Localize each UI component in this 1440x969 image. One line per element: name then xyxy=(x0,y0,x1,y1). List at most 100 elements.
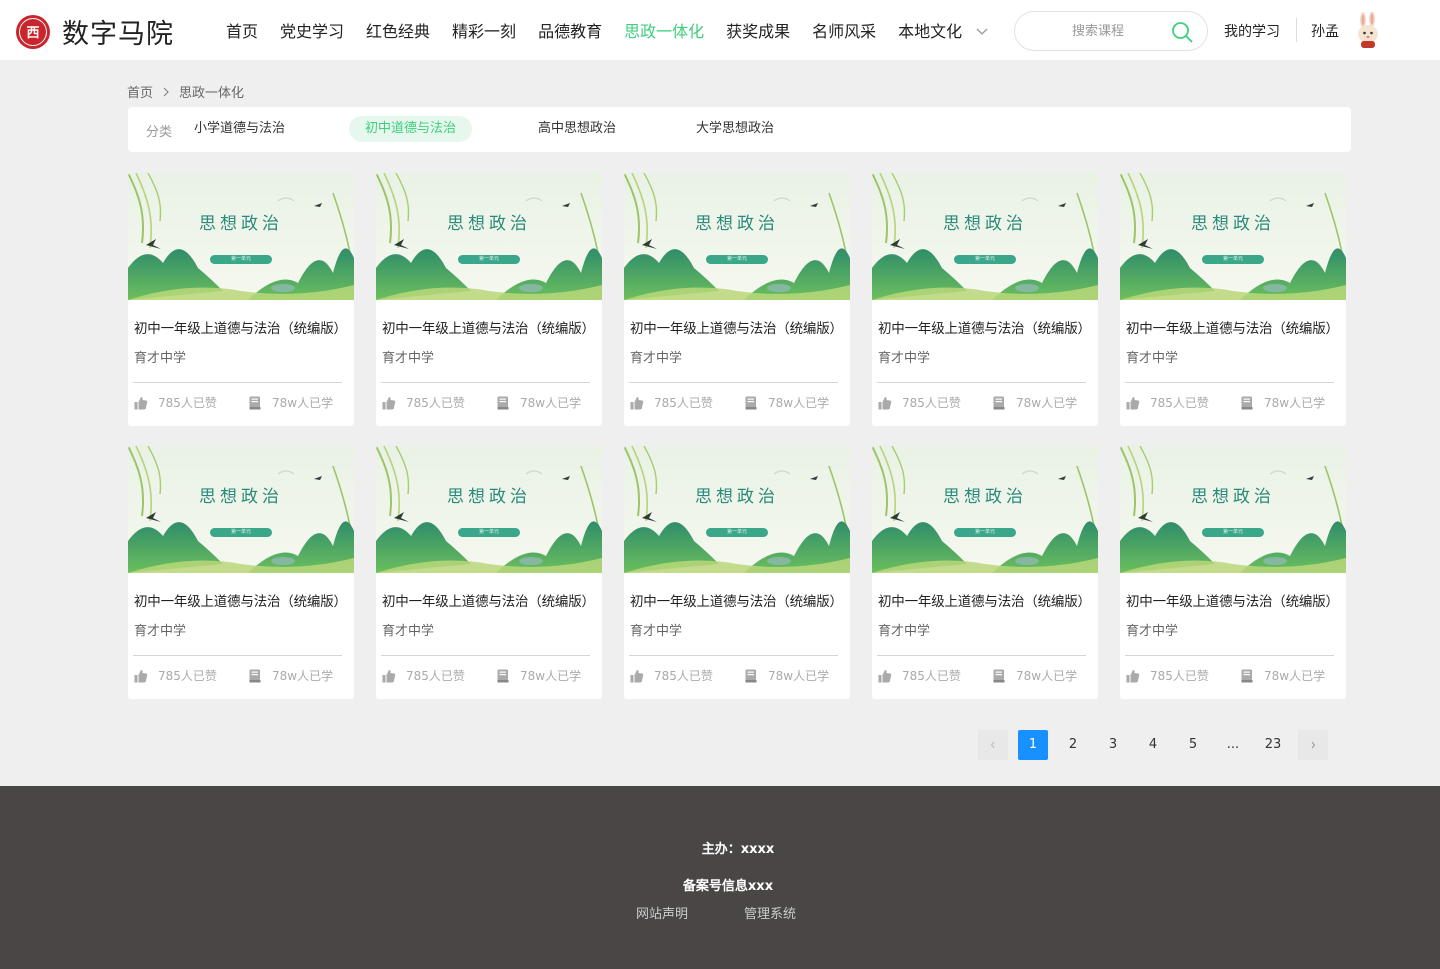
nav-item-4[interactable]: 品德教育 xyxy=(538,18,602,42)
search-icon[interactable] xyxy=(1171,21,1193,43)
cover-tag: 第一单元 xyxy=(1222,529,1243,535)
site-logo[interactable]: 西 数字马院 xyxy=(16,12,174,51)
like-count: 785人已赞 xyxy=(902,669,961,683)
learner-stat: 78w人已学 xyxy=(992,667,1077,684)
learner-stat: 78w人已学 xyxy=(496,667,581,684)
like-stat: 785人已赞 xyxy=(630,667,713,684)
learner-stat: 78w人已学 xyxy=(744,667,829,684)
cover-title: 思想政治 xyxy=(447,214,531,234)
course-title: 初中一年级上道德与法治（统编版） xyxy=(382,321,595,337)
nav-item-1[interactable]: 党史学习 xyxy=(280,18,344,42)
page-button-4[interactable]: 4 xyxy=(1138,730,1168,760)
learner-count: 78w人已学 xyxy=(768,396,830,410)
footer-link-0[interactable]: 网站声明 xyxy=(636,903,688,922)
thumbs-up-icon xyxy=(1126,669,1140,682)
nav-item-8[interactable]: 本地文化 xyxy=(898,18,962,42)
footer-link-1[interactable]: 管理系统 xyxy=(744,903,796,922)
chevron-left-icon[interactable] xyxy=(978,730,1008,760)
course-cover-image xyxy=(1120,446,1346,573)
course-card[interactable]: 思想政治 第一单元 初中一年级上道德与法治（统编版） 育才中学 785人已赞 78w人已学 xyxy=(624,173,850,426)
course-title: 初中一年级上道德与法治（统编版） xyxy=(630,594,843,610)
chevron-right-icon xyxy=(163,87,169,96)
like-stat: 785人已赞 xyxy=(1126,394,1209,411)
breadcrumb-home[interactable]: 首页 xyxy=(127,82,153,101)
search-input[interactable] xyxy=(1033,12,1163,50)
cover-title: 思想政治 xyxy=(1191,487,1275,507)
like-stat: 785人已赞 xyxy=(382,394,465,411)
course-school: 育才中学 xyxy=(1126,624,1179,639)
nav-item-0[interactable]: 首页 xyxy=(226,18,258,42)
course-school: 育才中学 xyxy=(630,624,683,639)
breadcrumb-current: 思政一体化 xyxy=(179,86,245,101)
rabbit-avatar-icon[interactable] xyxy=(1352,12,1384,48)
my-learning-link[interactable]: 我的学习 xyxy=(1224,21,1280,41)
like-count: 785人已赞 xyxy=(158,669,217,683)
learner-stat: 78w人已学 xyxy=(744,394,829,411)
book-icon xyxy=(745,396,757,409)
page-button-2[interactable]: 2 xyxy=(1058,730,1088,760)
category-chip-0[interactable]: 小学道德与法治 xyxy=(178,116,301,142)
course-cover-image xyxy=(624,446,850,573)
course-card[interactable]: 思想政治 第一单元 初中一年级上道德与法治（统编版） 育才中学 785人已赞 78w人已学 xyxy=(376,173,602,426)
course-card[interactable]: 思想政治 第一单元 初中一年级上道德与法治（统编版） 育才中学 785人已赞 78w人已学 xyxy=(128,173,354,426)
like-count: 785人已赞 xyxy=(406,669,465,683)
course-school: 育才中学 xyxy=(878,624,931,639)
cover-title: 思想政治 xyxy=(943,214,1027,234)
nav-item-6[interactable]: 获奖成果 xyxy=(726,18,790,42)
like-stat: 785人已赞 xyxy=(1126,667,1209,684)
cover-title: 思想政治 xyxy=(1191,214,1275,234)
username[interactable]: 孙孟 xyxy=(1311,21,1339,41)
book-icon xyxy=(1241,669,1253,682)
chevron-down-icon[interactable] xyxy=(975,24,989,38)
breadcrumb: 首页 思政一体化 xyxy=(127,82,244,101)
cover-tag: 第一单元 xyxy=(974,529,995,535)
course-school: 育才中学 xyxy=(1126,351,1179,366)
course-cover-image xyxy=(1120,173,1346,300)
cover-title: 思想政治 xyxy=(447,487,531,507)
nav-item-3[interactable]: 精彩一刻 xyxy=(452,18,516,42)
category-chip-3[interactable]: 大学思想政治 xyxy=(680,116,790,142)
course-card[interactable]: 思想政治 第一单元 初中一年级上道德与法治（统编版） 育才中学 785人已赞 78w人已学 xyxy=(128,446,354,699)
course-grid: 思想政治 第一单元 初中一年级上道德与法治（统编版） 育才中学 785人已赞 78w人已学… xyxy=(128,173,1348,699)
category-chip-2[interactable]: 高中思想政治 xyxy=(522,116,632,142)
nav-item-7[interactable]: 名师风采 xyxy=(812,18,876,42)
course-card[interactable]: 思想政治 第一单元 初中一年级上道德与法治（统编版） 育才中学 785人已赞 78w人已学 xyxy=(624,446,850,699)
like-count: 785人已赞 xyxy=(654,669,713,683)
course-title: 初中一年级上道德与法治（统编版） xyxy=(878,321,1091,337)
cover-title: 思想政治 xyxy=(695,214,779,234)
course-card[interactable]: 思想政治 第一单元 初中一年级上道德与法治（统编版） 育才中学 785人已赞 78w人已学 xyxy=(872,446,1098,699)
learner-count: 78w人已学 xyxy=(520,396,582,410)
course-school: 育才中学 xyxy=(134,351,187,366)
thumbs-up-icon xyxy=(630,396,644,409)
nav-item-5[interactable]: 思政一体化 xyxy=(624,18,704,42)
category-chip-1[interactable]: 初中道德与法治 xyxy=(349,116,473,142)
page-button-23[interactable]: 23 xyxy=(1258,730,1288,760)
course-school: 育才中学 xyxy=(630,351,683,366)
book-icon xyxy=(745,669,757,682)
nav-item-2[interactable]: 红色经典 xyxy=(366,18,430,42)
card-divider xyxy=(1125,655,1334,656)
card-divider xyxy=(381,382,590,383)
page-button-3[interactable]: 3 xyxy=(1098,730,1128,760)
like-count: 785人已赞 xyxy=(1150,669,1209,683)
book-icon xyxy=(993,396,1005,409)
course-title: 初中一年级上道德与法治（统编版） xyxy=(1126,321,1339,337)
course-cover-image xyxy=(376,446,602,573)
like-stat: 785人已赞 xyxy=(382,667,465,684)
chevron-right-icon[interactable] xyxy=(1298,730,1328,760)
like-stat: 785人已赞 xyxy=(134,394,217,411)
card-divider xyxy=(877,655,1086,656)
course-card[interactable]: 思想政治 第一单元 初中一年级上道德与法治（统编版） 育才中学 785人已赞 78w人已学 xyxy=(1120,173,1346,426)
card-divider xyxy=(133,655,342,656)
cover-title: 思想政治 xyxy=(695,487,779,507)
learner-stat: 78w人已学 xyxy=(992,394,1077,411)
course-card[interactable]: 思想政治 第一单元 初中一年级上道德与法治（统编版） 育才中学 785人已赞 78w人已学 xyxy=(376,446,602,699)
learner-count: 78w人已学 xyxy=(1016,396,1078,410)
learner-stat: 78w人已学 xyxy=(248,394,333,411)
page-button-1[interactable]: 1 xyxy=(1018,730,1048,760)
page-button-5[interactable]: 5 xyxy=(1178,730,1208,760)
course-card[interactable]: 思想政治 第一单元 初中一年级上道德与法治（统编版） 育才中学 785人已赞 78w人已学 xyxy=(872,173,1098,426)
course-card[interactable]: 思想政治 第一单元 初中一年级上道德与法治（统编版） 育才中学 785人已赞 78w人已学 xyxy=(1120,446,1346,699)
cover-tag: 第一单元 xyxy=(478,529,499,535)
page-ellipsis[interactable]: ... xyxy=(1218,730,1248,760)
